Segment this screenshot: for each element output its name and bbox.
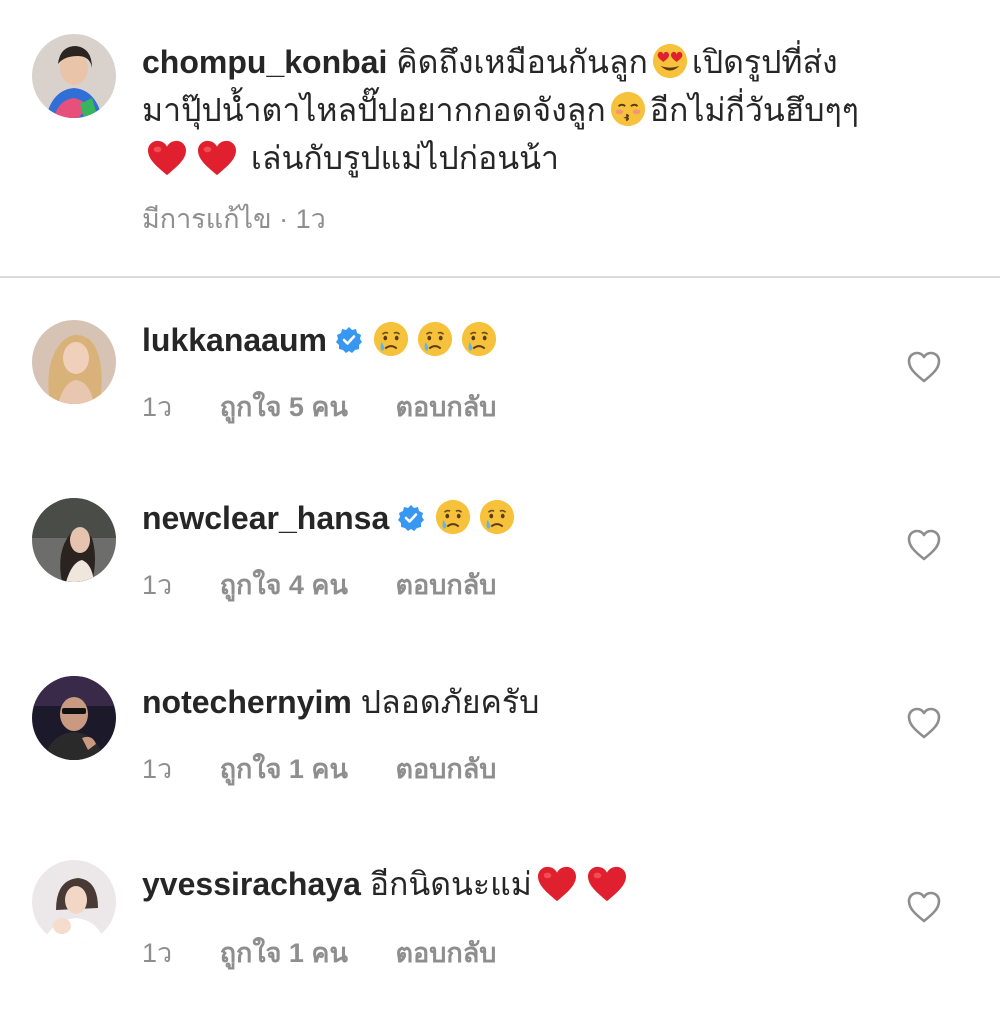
red-heart-icon [586, 865, 628, 903]
red-heart-icon [196, 139, 238, 177]
crying-face-icon [372, 320, 410, 358]
heart-outline-icon [906, 350, 942, 384]
crying-face-icon [434, 498, 472, 536]
caption-text-1: คิดถึงเหมือนกันลูก [396, 44, 648, 80]
avatar-yvessirachaya[interactable] [32, 860, 116, 944]
heart-outline-icon [906, 890, 942, 924]
red-heart-icon [536, 865, 578, 903]
comment-username[interactable]: newclear_hansa [142, 500, 389, 536]
crying-face-icon [478, 498, 516, 536]
like-comment-button[interactable] [906, 706, 942, 740]
comment-meta-1: 1ว ถูกใจ 5 คน ตอบกลับ [142, 385, 536, 428]
comment-username[interactable]: notechernyim [142, 684, 352, 720]
caption-text-5: เล่นกับรูปแม่ไปก่อนน้า [250, 140, 559, 176]
comment-likes[interactable]: ถูกใจ 1 คน [220, 754, 348, 784]
verified-badge-icon [335, 326, 363, 354]
divider [0, 276, 1000, 278]
reply-button[interactable]: ตอบกลับ [395, 938, 496, 968]
like-comment-button[interactable] [906, 528, 942, 562]
caption-edited-time: มีการแก้ไข · 1ว [142, 204, 326, 234]
crying-face-icon [460, 320, 498, 358]
comment-likes[interactable]: ถูกใจ 5 คน [220, 392, 348, 422]
crying-face-icon [416, 320, 454, 358]
verified-badge-icon [397, 504, 425, 532]
caption-text-4: อีกไม่กี่วันฮึบๆๆ [649, 92, 859, 128]
post-caption: chompu_konbai คิดถึงเหมือนกันลูก เปิดรูป… [142, 38, 972, 182]
comment-username[interactable]: yvessirachaya [142, 866, 361, 902]
like-comment-button[interactable] [906, 890, 942, 924]
reply-button[interactable]: ตอบกลับ [395, 392, 496, 422]
comment-likes[interactable]: ถูกใจ 4 คน [220, 570, 348, 600]
comment-username[interactable]: lukkanaaum [142, 322, 327, 358]
avatar-chompu-konbai[interactable] [32, 34, 116, 118]
caption-username[interactable]: chompu_konbai [142, 44, 387, 80]
caption-text-2: เปิดรูปที่ส่ง [691, 44, 838, 80]
heart-outline-icon [906, 706, 942, 740]
avatar-lukkanaaum[interactable] [32, 320, 116, 404]
comment-line-4: yvessirachaya อีกนิดนะแม่ [142, 862, 632, 906]
comment-time: 1ว [142, 754, 173, 784]
heart-outline-icon [906, 528, 942, 562]
comment-text: อีกนิดนะแม่ [369, 866, 532, 902]
comment-time: 1ว [142, 938, 173, 968]
avatar-newclear-hansa[interactable] [32, 498, 116, 582]
comment-meta-4: 1ว ถูกใจ 1 คน ตอบกลับ [142, 931, 536, 974]
comment-time: 1ว [142, 570, 173, 600]
comment-line-2: newclear_hansa [142, 496, 519, 540]
reply-button[interactable]: ตอบกลับ [395, 754, 496, 784]
like-comment-button[interactable] [906, 350, 942, 384]
kissing-face-emoji-icon [610, 91, 645, 127]
avatar-notecherny-im[interactable] [32, 676, 116, 760]
comment-likes[interactable]: ถูกใจ 1 คน [220, 938, 348, 968]
reply-button[interactable]: ตอบกลับ [395, 570, 496, 600]
caption-text-3: มาปุ๊ปน้ำตาไหลปั๊ปอยากกอดจังลูก [142, 92, 606, 128]
comment-meta-3: 1ว ถูกใจ 1 คน ตอบกลับ [142, 747, 536, 790]
comment-line-1: lukkanaaum [142, 318, 501, 362]
red-heart-icon [146, 139, 188, 177]
comment-text: ปลอดภัยครับ [360, 684, 540, 720]
comment-meta-2: 1ว ถูกใจ 4 คน ตอบกลับ [142, 563, 536, 606]
comment-time: 1ว [142, 392, 173, 422]
comment-line-3: notechernyim ปลอดภัยครับ [142, 680, 539, 724]
heart-eyes-emoji-icon [652, 43, 687, 79]
